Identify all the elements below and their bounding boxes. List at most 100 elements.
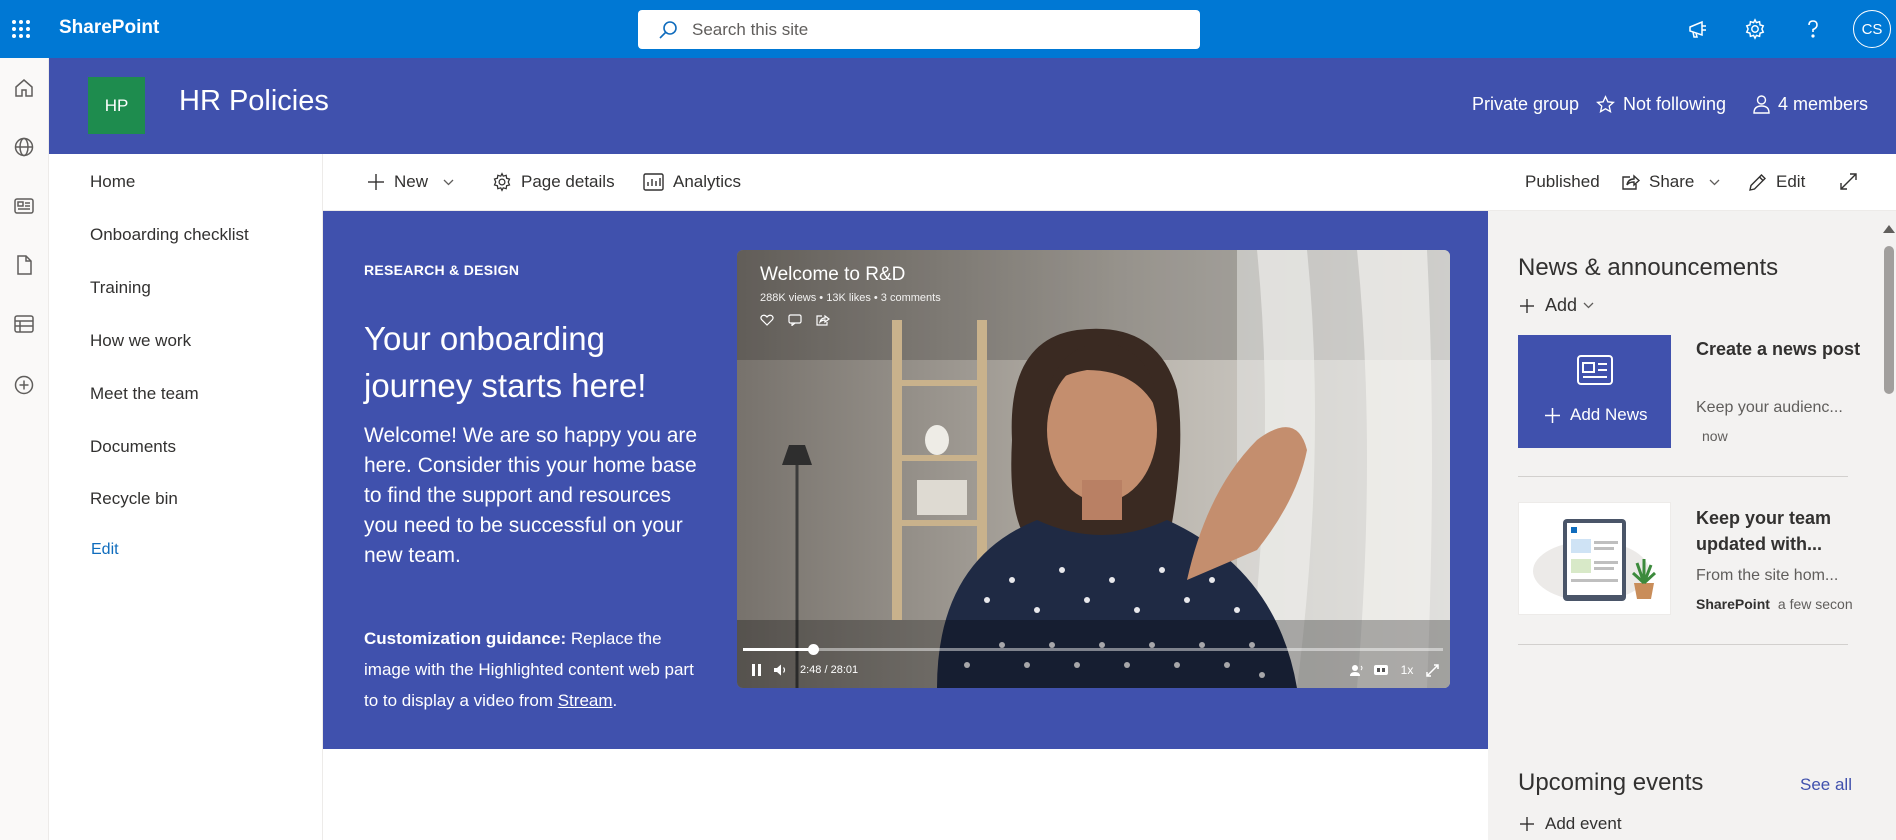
plus-icon xyxy=(1519,298,1535,314)
nav-item-meet-the-team[interactable]: Meet the team xyxy=(90,384,199,404)
video-actions xyxy=(760,314,830,326)
hero-body-text: Welcome! We are so happy you are here. C… xyxy=(364,424,698,567)
customization-guidance: Customization guidance: Replace the imag… xyxy=(364,623,704,716)
search-icon xyxy=(658,20,678,40)
search-box[interactable]: Search this site xyxy=(638,10,1200,49)
files-icon[interactable] xyxy=(4,245,44,285)
share-label: Share xyxy=(1649,172,1695,191)
nav-item-recycle-bin[interactable]: Recycle bin xyxy=(90,489,178,509)
site-logo[interactable]: HP xyxy=(88,77,145,134)
video-title: Welcome to R&D xyxy=(760,264,906,285)
chevron-down-icon xyxy=(1583,302,1594,309)
edit-label: Edit xyxy=(1776,172,1806,191)
news-divider xyxy=(1518,644,1848,645)
video-frame-image xyxy=(737,250,1450,688)
pencil-icon xyxy=(1748,173,1767,192)
share-icon xyxy=(1621,173,1640,191)
analytics-label: Analytics xyxy=(673,172,742,191)
nav-edit-link[interactable]: Edit xyxy=(91,541,119,559)
news-item-time: now xyxy=(1702,428,1728,444)
privacy-text: Private group xyxy=(1472,94,1580,114)
microphone-icon[interactable] xyxy=(1349,661,1363,679)
members-label: 4 members xyxy=(1778,94,1869,114)
add-news-button[interactable]: Add News xyxy=(1545,405,1647,425)
fullscreen-icon[interactable] xyxy=(1424,661,1440,679)
share-button[interactable]: Share xyxy=(1621,172,1720,192)
news-item-headline[interactable]: Keep your team updated with... xyxy=(1696,505,1861,557)
guidance-end: . xyxy=(612,691,618,710)
news-item-thumbnail[interactable] xyxy=(1518,502,1671,615)
expand-icon[interactable] xyxy=(1839,172,1858,191)
news-item-description: From the site hom... xyxy=(1696,567,1839,584)
nav-item-training[interactable]: Training xyxy=(90,278,151,298)
captions-icon[interactable] xyxy=(1374,661,1388,679)
add-news-label: Add News xyxy=(1570,405,1648,424)
events-see-all-link[interactable]: See all xyxy=(1800,775,1852,795)
privacy-label: Private group xyxy=(1472,94,1579,115)
gear-icon xyxy=(492,172,512,192)
volume-icon[interactable] xyxy=(772,661,790,679)
news-icon xyxy=(1577,355,1613,385)
events-section-title: Upcoming events xyxy=(1518,769,1704,796)
analytics-icon xyxy=(643,173,664,191)
playback-speed[interactable]: 1x xyxy=(1399,661,1415,679)
new-button[interactable]: New xyxy=(367,172,454,192)
brand-link[interactable]: SharePoint xyxy=(59,17,159,39)
members-button[interactable]: 4 members xyxy=(1753,94,1868,115)
share-icon[interactable] xyxy=(816,314,830,326)
video-progress-fill xyxy=(743,648,813,651)
plus-icon xyxy=(1545,407,1560,423)
edit-button[interactable]: Edit xyxy=(1748,172,1805,192)
news-item-description: Keep your audienc... xyxy=(1696,399,1843,416)
star-icon xyxy=(1596,95,1615,114)
news-item-author: SharePoint xyxy=(1696,596,1770,612)
create-icon[interactable] xyxy=(4,365,44,405)
globe-icon[interactable] xyxy=(4,127,44,167)
nav-item-onboarding-checklist[interactable]: Onboarding checklist xyxy=(90,225,249,245)
plus-icon xyxy=(1519,816,1535,832)
publish-status: Published xyxy=(1525,172,1600,191)
scroll-up-arrow-icon[interactable] xyxy=(1883,225,1895,233)
pause-icon[interactable] xyxy=(749,661,763,679)
megaphone-icon[interactable] xyxy=(1680,11,1716,47)
news-item-meta: SharePoint a few secon xyxy=(1696,596,1853,612)
page-details-button[interactable]: Page details xyxy=(492,172,615,192)
app-launcher-icon[interactable] xyxy=(6,12,36,46)
home-icon[interactable] xyxy=(4,68,44,108)
add-event-button[interactable]: Add event xyxy=(1519,814,1622,834)
page-details-label: Page details xyxy=(521,172,615,191)
lists-icon[interactable] xyxy=(4,304,44,344)
scrollbar-thumb[interactable] xyxy=(1884,246,1894,394)
hero-topic-header: RESEARCH & DESIGN xyxy=(364,262,520,278)
news-add-label: Add xyxy=(1545,295,1578,315)
hero-title: Your onboarding journey starts here! xyxy=(364,320,647,404)
news-item-headline[interactable]: Create a news post xyxy=(1696,336,1861,362)
add-event-label: Add event xyxy=(1545,814,1622,833)
analytics-button[interactable]: Analytics xyxy=(643,172,741,192)
news-item-time: a few secon xyxy=(1777,596,1853,612)
follow-button[interactable]: Not following xyxy=(1596,94,1726,115)
nav-item-how-we-work[interactable]: How we work xyxy=(90,331,191,351)
video-progress-thumb[interactable] xyxy=(808,644,819,655)
video-progress-track[interactable] xyxy=(743,648,1443,651)
chevron-down-icon xyxy=(443,179,454,186)
new-label: New xyxy=(394,172,429,191)
like-icon[interactable] xyxy=(760,314,774,326)
app-bar xyxy=(0,58,49,840)
gear-icon[interactable] xyxy=(1737,11,1773,47)
video-player[interactable] xyxy=(737,250,1450,688)
site-title[interactable]: HR Policies xyxy=(179,85,329,118)
news-feed-icon[interactable] xyxy=(4,186,44,226)
nav-item-home[interactable]: Home xyxy=(90,172,135,192)
stream-link[interactable]: Stream xyxy=(558,691,613,710)
add-news-tile[interactable] xyxy=(1518,335,1671,448)
news-add-button[interactable]: Add xyxy=(1519,295,1594,316)
search-input[interactable]: Search this site xyxy=(692,20,808,40)
help-icon[interactable] xyxy=(1795,11,1831,47)
comment-icon[interactable] xyxy=(788,314,802,326)
nav-item-documents[interactable]: Documents xyxy=(90,437,176,457)
user-avatar[interactable]: CS xyxy=(1853,10,1891,48)
follow-label: Not following xyxy=(1623,94,1727,114)
news-divider xyxy=(1518,476,1848,477)
video-stats: 288K views • 13K likes • 3 comments xyxy=(760,292,941,304)
